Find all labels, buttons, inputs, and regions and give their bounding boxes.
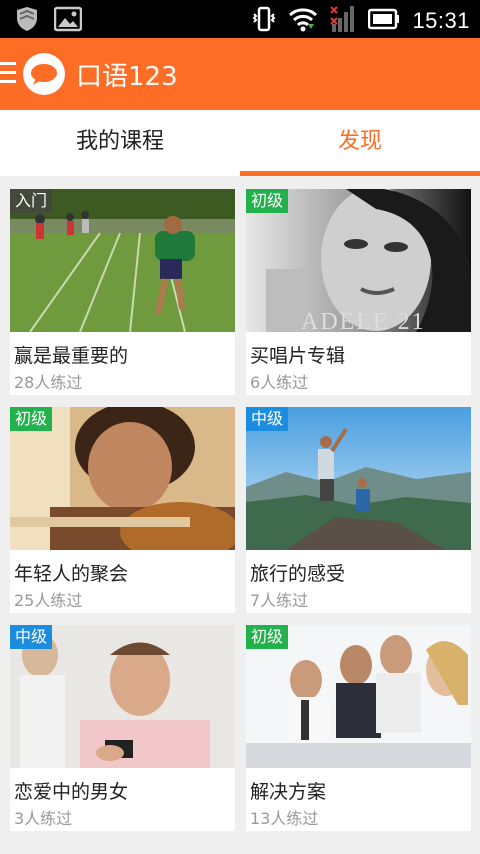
course-card[interactable]: 初级 解决方案 13人练过 (246, 625, 471, 831)
wifi-icon (288, 6, 318, 36)
card-practice-count: 7人练过 (250, 591, 309, 610)
course-card[interactable]: 中级 旅行的感受 7人练过 (246, 407, 471, 613)
card-title: 赢是最重要的 (14, 345, 129, 367)
card-title: 解决方案 (250, 781, 327, 803)
tab-label: 我的课程 (75, 129, 164, 154)
tab-bar: 我的课程 发现 (0, 110, 480, 176)
signal-icon (330, 4, 356, 38)
course-card[interactable]: 入门 赢是最重要的 28人练过 (10, 189, 235, 395)
level-badge: 初级 (246, 625, 289, 649)
level-badge: 入门 (10, 189, 53, 213)
course-card[interactable]: 初级 年轻人的聚会 25人练过 (10, 407, 235, 613)
card-practice-count: 28人练过 (14, 373, 83, 392)
card-title: 买唱片专辑 (250, 345, 346, 367)
card-practice-count: 13人练过 (250, 809, 319, 828)
battery-icon (368, 8, 400, 34)
vibrate-icon (252, 5, 276, 37)
tab-label: 发现 (337, 129, 382, 154)
level-badge: 初级 (10, 407, 53, 431)
status-bar: 15:31 (0, 0, 480, 38)
course-card[interactable]: ADELE 21 初级 买唱片专辑 6人练过 (246, 189, 471, 395)
level-badge: 初级 (246, 189, 289, 213)
app-title: 口语123 (76, 62, 178, 92)
app-bar: 口语123 (0, 38, 480, 110)
card-practice-count: 6人练过 (250, 373, 309, 392)
shield-icon (14, 6, 40, 36)
card-practice-count: 25人练过 (14, 591, 83, 610)
album-art-text: ADELE 21 (301, 309, 426, 332)
image-icon (53, 6, 83, 36)
card-title: 年轻人的聚会 (14, 563, 129, 585)
clock-text: 15:31 (412, 8, 470, 33)
card-title: 恋爱中的男女 (14, 781, 129, 803)
menu-icon[interactable] (0, 62, 16, 86)
card-title: 旅行的感受 (250, 563, 346, 585)
app-logo-icon[interactable] (22, 52, 66, 96)
tab-my-courses[interactable]: 我的课程 (0, 110, 240, 176)
tab-discover[interactable]: 发现 (240, 110, 480, 176)
card-practice-count: 3人练过 (14, 809, 73, 828)
course-card[interactable]: 中级 恋爱中的男女 3人练过 (10, 625, 235, 831)
level-badge: 中级 (10, 625, 53, 649)
level-badge: 中级 (246, 407, 289, 431)
